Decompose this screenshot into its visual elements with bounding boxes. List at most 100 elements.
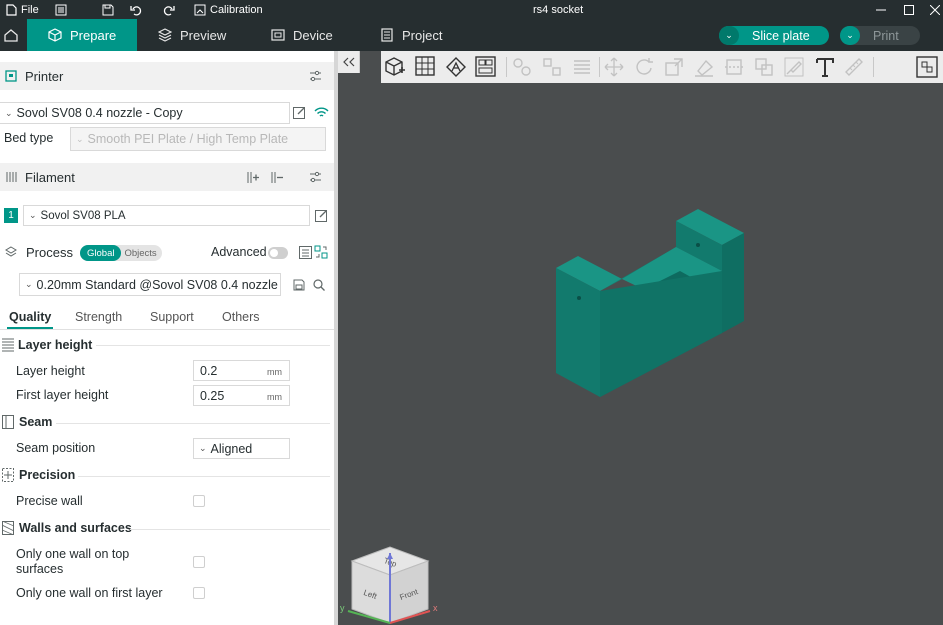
text-tool-icon[interactable] [813, 55, 837, 79]
3d-model[interactable] [548, 201, 748, 401]
process-layers-icon [5, 246, 17, 257]
collapse-sidebar-button[interactable] [338, 51, 360, 73]
calibration-menu[interactable]: Calibration [194, 0, 263, 19]
chevron-down-icon: ⌄ [29, 210, 37, 220]
add-object-icon[interactable] [383, 55, 407, 79]
menu-icon [55, 4, 67, 15]
group-divider [96, 345, 330, 346]
wifi-icon[interactable] [313, 105, 329, 119]
one-wall-top-checkbox[interactable] [193, 556, 205, 568]
save-icon [102, 4, 114, 15]
seam-position-select[interactable]: ⌄ Aligned [193, 438, 290, 459]
print-label: Print [873, 28, 899, 43]
tab-support[interactable]: Support [150, 310, 194, 324]
add-filament-icon[interactable] [246, 170, 260, 184]
process-section-header: Process Global Objects Advanced [0, 238, 334, 266]
minimize-button[interactable] [876, 0, 886, 19]
tab-prepare[interactable]: Prepare [27, 19, 137, 51]
move-icon[interactable] [603, 56, 625, 78]
measure-icon[interactable] [843, 56, 865, 78]
toolbar-separator [599, 57, 600, 77]
remove-filament-icon[interactable] [270, 170, 284, 184]
edit-icon[interactable] [314, 208, 328, 222]
seam-position-label: Seam position [16, 441, 96, 455]
undo-icon [130, 5, 142, 16]
undo-button[interactable] [130, 0, 143, 19]
group-divider [56, 423, 330, 424]
settings-sliders-icon[interactable] [308, 69, 322, 83]
edit-icon[interactable] [292, 105, 306, 119]
support-paint-icon[interactable] [783, 56, 805, 78]
home-button[interactable] [0, 19, 22, 51]
redo-button[interactable] [162, 0, 175, 19]
filament-title: Filament [25, 169, 75, 185]
file-menu[interactable]: File [6, 0, 39, 19]
assembly-view-icon[interactable] [915, 55, 939, 79]
advanced-toggle[interactable] [268, 247, 288, 259]
rotate-icon[interactable] [633, 56, 655, 78]
precise-wall-checkbox[interactable] [193, 495, 205, 507]
printer-title: Printer [25, 68, 64, 84]
one-wall-first-checkbox[interactable] [193, 587, 205, 599]
tab-quality[interactable]: Quality [9, 310, 51, 324]
tab-others[interactable]: Others [222, 310, 260, 324]
maximize-button[interactable] [904, 0, 914, 19]
first-layer-height-unit: mm [267, 392, 282, 402]
settings-sliders-icon[interactable] [308, 170, 322, 184]
tab-prepare-label: Prepare [70, 27, 117, 43]
precision-group-header: Precision [0, 465, 334, 485]
lay-on-face-icon[interactable] [693, 56, 715, 78]
first-layer-height-value: 0.25 [200, 388, 225, 403]
split-objects-icon[interactable] [511, 56, 533, 78]
printer-select[interactable]: ⌄ Sovol SV08 0.4 nozzle - Copy [0, 102, 290, 124]
layer-height-label: Layer height [16, 364, 85, 378]
nav-cube[interactable]: Top Left Front x y [340, 541, 440, 625]
layers-editing-icon[interactable] [571, 56, 593, 78]
mesh-boolean-icon[interactable] [753, 56, 775, 78]
filament-index-badge[interactable]: 1 [4, 208, 18, 223]
viewport-toolbar [381, 51, 943, 83]
process-preset-select[interactable]: ⌄ 0.20mm Standard @Sovol SV08 0.4 nozzle [19, 273, 281, 296]
printer-name: Sovol SV08 0.4 nozzle - Copy [16, 106, 183, 120]
bed-type-select[interactable]: ⌄ Smooth PEI Plate / High Temp Plate [70, 127, 326, 151]
precise-wall-label: Precise wall [16, 494, 83, 508]
y-axis-label: y [340, 603, 345, 613]
filament-select[interactable]: ⌄ Sovol SV08 PLA [23, 205, 310, 226]
split-parts-icon[interactable] [541, 56, 563, 78]
arrange-icon[interactable] [474, 55, 498, 79]
global-objects-toggle[interactable]: Global Objects [80, 245, 162, 261]
menu-icon-button[interactable] [55, 0, 67, 19]
calibration-icon [194, 4, 206, 15]
chevron-down-icon[interactable]: ⌄ [840, 26, 860, 45]
object-settings-icon[interactable] [314, 245, 328, 259]
toggle-objects[interactable]: Objects [121, 248, 156, 259]
save-icon-button[interactable] [102, 0, 114, 19]
printer-section-header: Printer [0, 62, 334, 90]
layer-height-unit: mm [267, 367, 282, 377]
compare-icon[interactable] [299, 245, 312, 259]
tab-device[interactable]: Device [271, 19, 333, 51]
slice-plate-button[interactable]: ⌄ Slice plate [719, 26, 829, 45]
grid-icon[interactable] [414, 55, 438, 79]
toggle-global[interactable]: Global [80, 245, 122, 261]
toolbar-separator [873, 57, 874, 77]
save-preset-icon[interactable] [292, 278, 306, 292]
scale-icon[interactable] [663, 56, 685, 78]
cut-icon[interactable] [723, 56, 745, 78]
seam-position-value: Aligned [210, 441, 253, 456]
minimize-icon [876, 9, 886, 10]
tab-preview[interactable]: Preview [158, 19, 226, 51]
first-layer-height-input[interactable]: 0.25 mm [193, 385, 290, 406]
3d-viewport[interactable]: Top Left Front x y [338, 51, 943, 625]
home-icon [4, 29, 18, 42]
search-icon[interactable] [312, 278, 326, 292]
chevron-down-icon[interactable]: ⌄ [719, 26, 739, 45]
collapse-icon [342, 57, 354, 67]
print-button[interactable]: ⌄ Print [840, 26, 920, 45]
close-button[interactable] [930, 0, 940, 19]
tab-strength[interactable]: Strength [75, 310, 122, 324]
auto-orient-icon[interactable] [444, 55, 468, 79]
bed-type-value: Smooth PEI Plate / High Temp Plate [87, 132, 289, 146]
layer-height-input[interactable]: 0.2 mm [193, 360, 290, 381]
tab-project[interactable]: Project [380, 19, 442, 51]
